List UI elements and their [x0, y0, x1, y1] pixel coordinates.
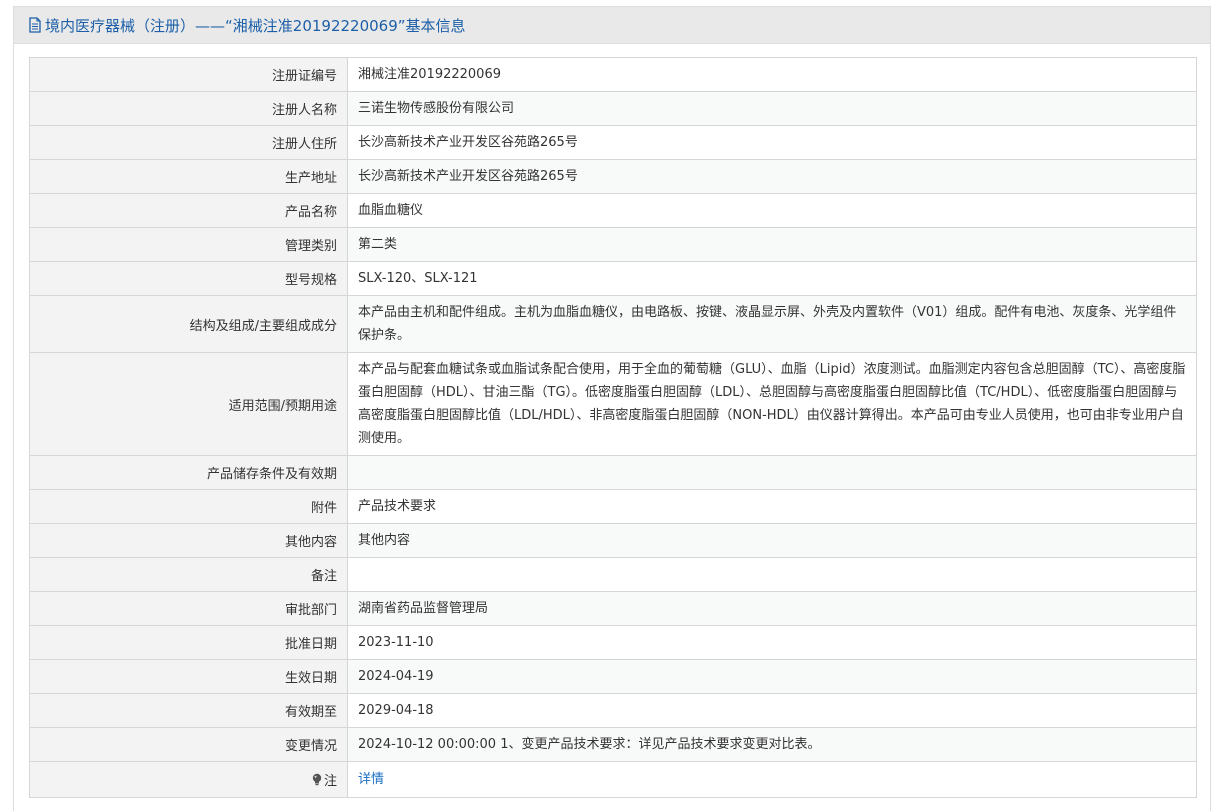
table-row: 生效日期 2024-04-19: [29, 659, 1197, 694]
row-value: 其他内容: [347, 523, 1197, 558]
row-value: 2024-04-19: [347, 659, 1197, 694]
row-value: 长沙高新技术产业开发区谷苑路265号: [347, 125, 1197, 160]
panel-header: 境内医疗器械（注册）——“湘械注准20192220069”基本信息: [14, 7, 1210, 44]
table-row: 注册人名称 三诺生物传感股份有限公司: [29, 91, 1197, 126]
row-value: 2023-11-10: [347, 625, 1197, 660]
row-value: 湘械注准20192220069: [347, 57, 1197, 92]
row-label: 其他内容: [29, 523, 348, 558]
table-row: 有效期至 2029-04-18: [29, 693, 1197, 728]
row-label: 审批部门: [29, 591, 348, 626]
table-row: 变更情况 2024-10-12 00:00:00 1、变更产品技术要求：详见产品…: [29, 727, 1197, 762]
row-value: [347, 455, 1197, 490]
table-row: 生产地址 长沙高新技术产业开发区谷苑路265号: [29, 159, 1197, 194]
table-row: 备注: [29, 557, 1197, 592]
row-label: 结构及组成/主要组成成分: [29, 295, 348, 353]
table-row: 产品名称 血脂血糖仪: [29, 193, 1197, 228]
row-label: 注册人住所: [29, 125, 348, 160]
row-label: 有效期至: [29, 693, 348, 728]
row-label: 产品名称: [29, 193, 348, 228]
row-value: 血脂血糖仪: [347, 193, 1197, 228]
row-label: 注册人名称: [29, 91, 348, 126]
row-value: 2024-10-12 00:00:00 1、变更产品技术要求：详见产品技术要求变…: [347, 727, 1197, 762]
row-label: 管理类别: [29, 227, 348, 262]
lightbulb-icon: [311, 773, 323, 786]
table-row: 注册人住所 长沙高新技术产业开发区谷苑路265号: [29, 125, 1197, 160]
table-row: 型号规格 SLX-120、SLX-121: [29, 261, 1197, 296]
table-row: 适用范围/预期用途 本产品与配套血糖试条或血脂试条配合使用，用于全血的葡萄糖（G…: [29, 352, 1197, 456]
note-label-cell: 注: [29, 761, 348, 798]
info-table: 注册证编号 湘械注准20192220069 注册人名称 三诺生物传感股份有限公司…: [29, 57, 1197, 798]
row-label: 注册证编号: [29, 57, 348, 92]
details-link[interactable]: 详情: [358, 772, 384, 787]
row-label: 批准日期: [29, 625, 348, 660]
table-row: 审批部门 湖南省药品监督管理局: [29, 591, 1197, 626]
row-value: 长沙高新技术产业开发区谷苑路265号: [347, 159, 1197, 194]
row-label: 附件: [29, 489, 348, 524]
table-row: 批准日期 2023-11-10: [29, 625, 1197, 660]
row-label: 适用范围/预期用途: [29, 352, 348, 456]
row-value: 湖南省药品监督管理局: [347, 591, 1197, 626]
row-value: SLX-120、SLX-121: [347, 261, 1197, 296]
table-row: 其他内容 其他内容: [29, 523, 1197, 558]
row-value: 三诺生物传感股份有限公司: [347, 91, 1197, 126]
table-row: 管理类别 第二类: [29, 227, 1197, 262]
document-icon: [28, 17, 42, 33]
row-value: 本产品由主机和配件组成。主机为血脂血糖仪，由电路板、按键、液晶显示屏、外壳及内置…: [347, 295, 1197, 353]
row-label: 型号规格: [29, 261, 348, 296]
note-label: 注: [323, 774, 337, 789]
table-row: 注册证编号 湘械注准20192220069: [29, 57, 1197, 92]
note-value-cell: 详情: [347, 761, 1197, 798]
row-label: 备注: [29, 557, 348, 592]
row-label: 生效日期: [29, 659, 348, 694]
row-value: 产品技术要求: [347, 489, 1197, 524]
info-panel: 境内医疗器械（注册）——“湘械注准20192220069”基本信息 注册证编号 …: [13, 6, 1211, 811]
table-row: 结构及组成/主要组成成分 本产品由主机和配件组成。主机为血脂血糖仪，由电路板、按…: [29, 295, 1197, 353]
row-label: 生产地址: [29, 159, 348, 194]
table-row: 产品储存条件及有效期: [29, 455, 1197, 490]
row-label: 产品储存条件及有效期: [29, 455, 348, 490]
row-value: 本产品与配套血糖试条或血脂试条配合使用，用于全血的葡萄糖（GLU）、血脂（Lip…: [347, 352, 1197, 456]
note-row: 注 详情: [29, 761, 1197, 798]
row-value: 2029-04-18: [347, 693, 1197, 728]
row-value: 第二类: [347, 227, 1197, 262]
row-value: [347, 557, 1197, 592]
page-title: 境内医疗器械（注册）——“湘械注准20192220069”基本信息: [45, 16, 466, 35]
table-row: 附件 产品技术要求: [29, 489, 1197, 524]
row-label: 变更情况: [29, 727, 348, 762]
